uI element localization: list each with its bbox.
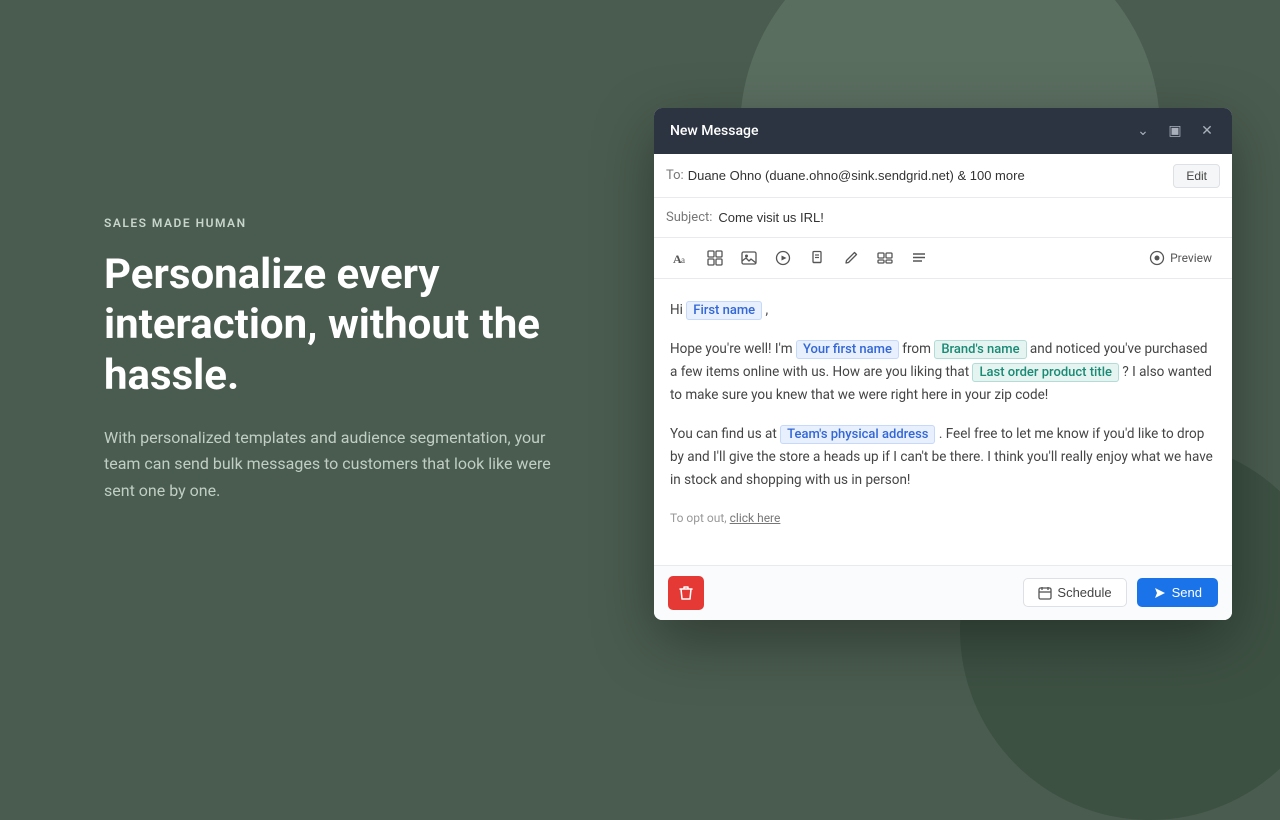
tag-brand-name: Brand's name bbox=[934, 340, 1026, 359]
email-footer: Schedule Send bbox=[654, 565, 1232, 620]
close-icon[interactable]: ✕ bbox=[1198, 122, 1216, 140]
toolbar-table-btn[interactable] bbox=[700, 244, 730, 272]
email-compose-window: New Message ⌄ ▣ ✕ To: Edit Subject: Aa bbox=[654, 108, 1232, 620]
email-toolbar: Aa Preview bbox=[654, 238, 1232, 279]
schedule-button[interactable]: Schedule bbox=[1023, 578, 1126, 607]
email-to-row: To: Edit bbox=[654, 154, 1232, 198]
minimize-icon[interactable]: ⌄ bbox=[1134, 122, 1152, 140]
toolbar-attachment-btn[interactable] bbox=[802, 244, 832, 272]
titlebar-actions: ⌄ ▣ ✕ bbox=[1134, 122, 1216, 140]
line1-mid: from bbox=[902, 341, 931, 357]
schedule-label: Schedule bbox=[1057, 585, 1111, 600]
toolbar-text-btn[interactable]: Aa bbox=[666, 244, 696, 272]
tagline: SALES MADE HUMAN bbox=[104, 216, 624, 230]
toolbar-image-btn[interactable] bbox=[734, 244, 764, 272]
line1-pre: Hope you're well! I'm bbox=[670, 341, 793, 357]
footer-right-actions: Schedule Send bbox=[1023, 578, 1218, 607]
opt-out-text: To opt out, bbox=[670, 511, 727, 525]
tag-first-name: First name bbox=[686, 301, 762, 320]
preview-label: Preview bbox=[1170, 251, 1212, 265]
svg-text:a: a bbox=[681, 255, 685, 265]
to-label: To: bbox=[666, 168, 684, 183]
line2-pre: You can find us at bbox=[670, 426, 777, 442]
toolbar-align-btn[interactable] bbox=[904, 244, 934, 272]
email-body: Hi First name , Hope you're well! I'm Yo… bbox=[654, 279, 1232, 565]
expand-icon[interactable]: ▣ bbox=[1166, 122, 1184, 140]
tag-last-order: Last order product title bbox=[972, 363, 1119, 382]
subject-label: Subject: bbox=[666, 210, 712, 225]
to-input[interactable] bbox=[688, 168, 1174, 183]
opt-out-line: To opt out, click here bbox=[670, 508, 1216, 528]
toolbar-video-btn[interactable] bbox=[768, 244, 798, 272]
greeting-comma: , bbox=[766, 302, 769, 318]
headline: Personalize every interaction, without t… bbox=[104, 250, 624, 401]
toolbar-merge-btn[interactable] bbox=[870, 244, 900, 272]
preview-button[interactable]: Preview bbox=[1141, 246, 1220, 270]
click-here-link[interactable]: click here bbox=[730, 511, 781, 525]
email-title: New Message bbox=[670, 123, 758, 139]
greeting-hi: Hi bbox=[670, 302, 683, 318]
subject-input[interactable] bbox=[718, 210, 1220, 225]
greeting-line: Hi First name , bbox=[670, 299, 1216, 322]
toolbar-pen-btn[interactable] bbox=[836, 244, 866, 272]
send-button[interactable]: Send bbox=[1137, 578, 1218, 607]
body-line1: Hope you're well! I'm Your first name fr… bbox=[670, 338, 1216, 407]
delete-button[interactable] bbox=[668, 576, 704, 610]
email-subject-row: Subject: bbox=[654, 198, 1232, 238]
body-line2: You can find us at Team's physical addre… bbox=[670, 423, 1216, 492]
email-titlebar: New Message ⌄ ▣ ✕ bbox=[654, 108, 1232, 154]
tag-address: Team's physical address bbox=[780, 425, 935, 444]
tag-your-first-name: Your first name bbox=[796, 340, 899, 359]
subtext: With personalized templates and audience… bbox=[104, 425, 564, 504]
left-panel: SALES MADE HUMAN Personalize every inter… bbox=[104, 0, 624, 720]
edit-button[interactable]: Edit bbox=[1173, 164, 1220, 188]
send-label: Send bbox=[1172, 585, 1202, 600]
